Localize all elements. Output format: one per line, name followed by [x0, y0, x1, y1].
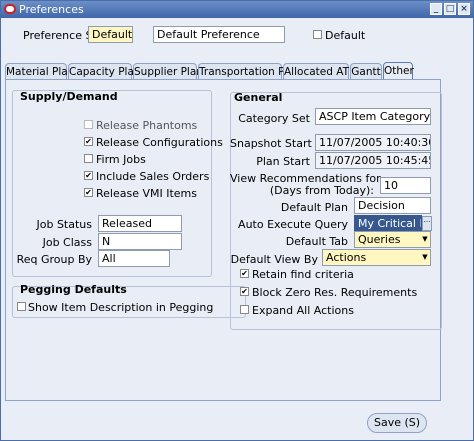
req-group-by-field[interactable]: All: [98, 250, 170, 267]
preference-set-field[interactable]: Default: [88, 26, 133, 43]
maximize-icon[interactable]: □: [444, 3, 456, 15]
release-phantoms-checkbox[interactable]: [84, 120, 93, 129]
plan-start-field[interactable]: 11/07/2005 10:45:45: [315, 152, 431, 169]
job-class-field[interactable]: N: [98, 233, 182, 250]
firm-jobs-checkbox[interactable]: [84, 154, 93, 163]
default-view-by-select[interactable]: Actions: [322, 249, 431, 266]
save-button[interactable]: Save (S): [367, 413, 427, 433]
default-view-by-dropdown-icon[interactable]: ▼: [420, 250, 430, 265]
supply-demand-title: Supply/Demand: [20, 90, 118, 103]
title-bar[interactable]: Preferences _ □ ×: [1, 1, 473, 18]
snapshot-start-label: Snapshot Start: [230, 137, 312, 150]
category-set-field[interactable]: ASCP Item Category: [315, 108, 431, 125]
default-checkbox-label: Default: [325, 29, 366, 42]
tab-transportation-plan[interactable]: Transportation Plan: [198, 63, 301, 79]
show-item-description-checkbox[interactable]: [17, 302, 26, 311]
release-configurations-label: Release Configurations: [96, 136, 223, 149]
general-title: General: [234, 91, 283, 104]
tab-capacity-plan[interactable]: Capacity Plan: [68, 63, 141, 79]
window-title: Preferences: [19, 3, 84, 16]
job-status-label: Job Status: [36, 218, 92, 231]
tab-allocated-atp[interactable]: Allocated ATP: [283, 63, 355, 79]
req-group-by-label: Req Group By: [16, 253, 92, 266]
default-checkbox[interactable]: [313, 30, 322, 39]
category-set-label: Category Set: [238, 112, 310, 125]
tab-gantt[interactable]: Gantt: [350, 63, 382, 79]
pegging-defaults-title: Pegging Defaults: [20, 283, 127, 296]
show-item-description-label: Show Item Description in Pegging: [28, 301, 214, 314]
other-tab-panel: Supply/Demand Release Phantoms ✔ Release…: [5, 79, 442, 401]
view-recommendations-days-field[interactable]: 10: [380, 177, 431, 194]
retain-find-criteria-checkbox[interactable]: ✔: [240, 269, 249, 278]
auto-execute-query-label: Auto Execute Query: [238, 218, 348, 231]
oracle-logo-icon: [4, 4, 16, 14]
release-configurations-checkbox[interactable]: ✔: [84, 137, 93, 146]
view-recommendations-label-2: (Days from Today):: [269, 184, 374, 197]
release-phantoms-label: Release Phantoms: [96, 119, 198, 132]
preferences-window: Preferences _ □ × Preference Set Default…: [0, 0, 474, 441]
default-tab-dropdown-icon[interactable]: ▼: [420, 232, 430, 247]
tab-supplier-plan[interactable]: Supplier Plan: [133, 63, 203, 79]
default-view-by-label: Default View By: [230, 253, 318, 266]
expand-all-actions-label: Expand All Actions: [252, 304, 354, 317]
block-zero-res-label: Block Zero Res. Requirements: [252, 286, 418, 299]
auto-execute-query-lov-button[interactable]: ···: [422, 216, 432, 231]
snapshot-start-field[interactable]: 11/07/2005 10:40:30: [315, 134, 431, 151]
release-vmi-items-label: Release VMI Items: [96, 187, 198, 200]
include-sales-orders-label: Include Sales Orders: [96, 170, 210, 183]
include-sales-orders-checkbox[interactable]: ✔: [84, 171, 93, 180]
tab-other[interactable]: Other: [383, 62, 414, 80]
expand-all-actions-checkbox[interactable]: [240, 305, 249, 314]
minimize-icon[interactable]: _: [430, 3, 442, 15]
preference-name-field[interactable]: Default Preference: [153, 26, 285, 43]
default-tab-label: Default Tab: [285, 235, 348, 248]
job-status-field[interactable]: Released: [98, 215, 182, 232]
default-plan-label: Default Plan: [280, 201, 348, 214]
default-plan-field[interactable]: Decision: [354, 197, 431, 214]
auto-execute-query-field[interactable]: My Critical Exce: [354, 215, 422, 232]
release-vmi-items-checkbox[interactable]: ✔: [84, 188, 93, 197]
close-icon[interactable]: ×: [458, 3, 470, 15]
firm-jobs-label: Firm Jobs: [96, 153, 146, 166]
job-class-label: Job Class: [42, 236, 92, 249]
tab-material-plan[interactable]: Material Plan: [5, 63, 74, 79]
retain-find-criteria-label: Retain find criteria: [252, 268, 354, 281]
block-zero-res-checkbox[interactable]: ✔: [240, 287, 249, 296]
plan-start-label: Plan Start: [256, 155, 310, 168]
